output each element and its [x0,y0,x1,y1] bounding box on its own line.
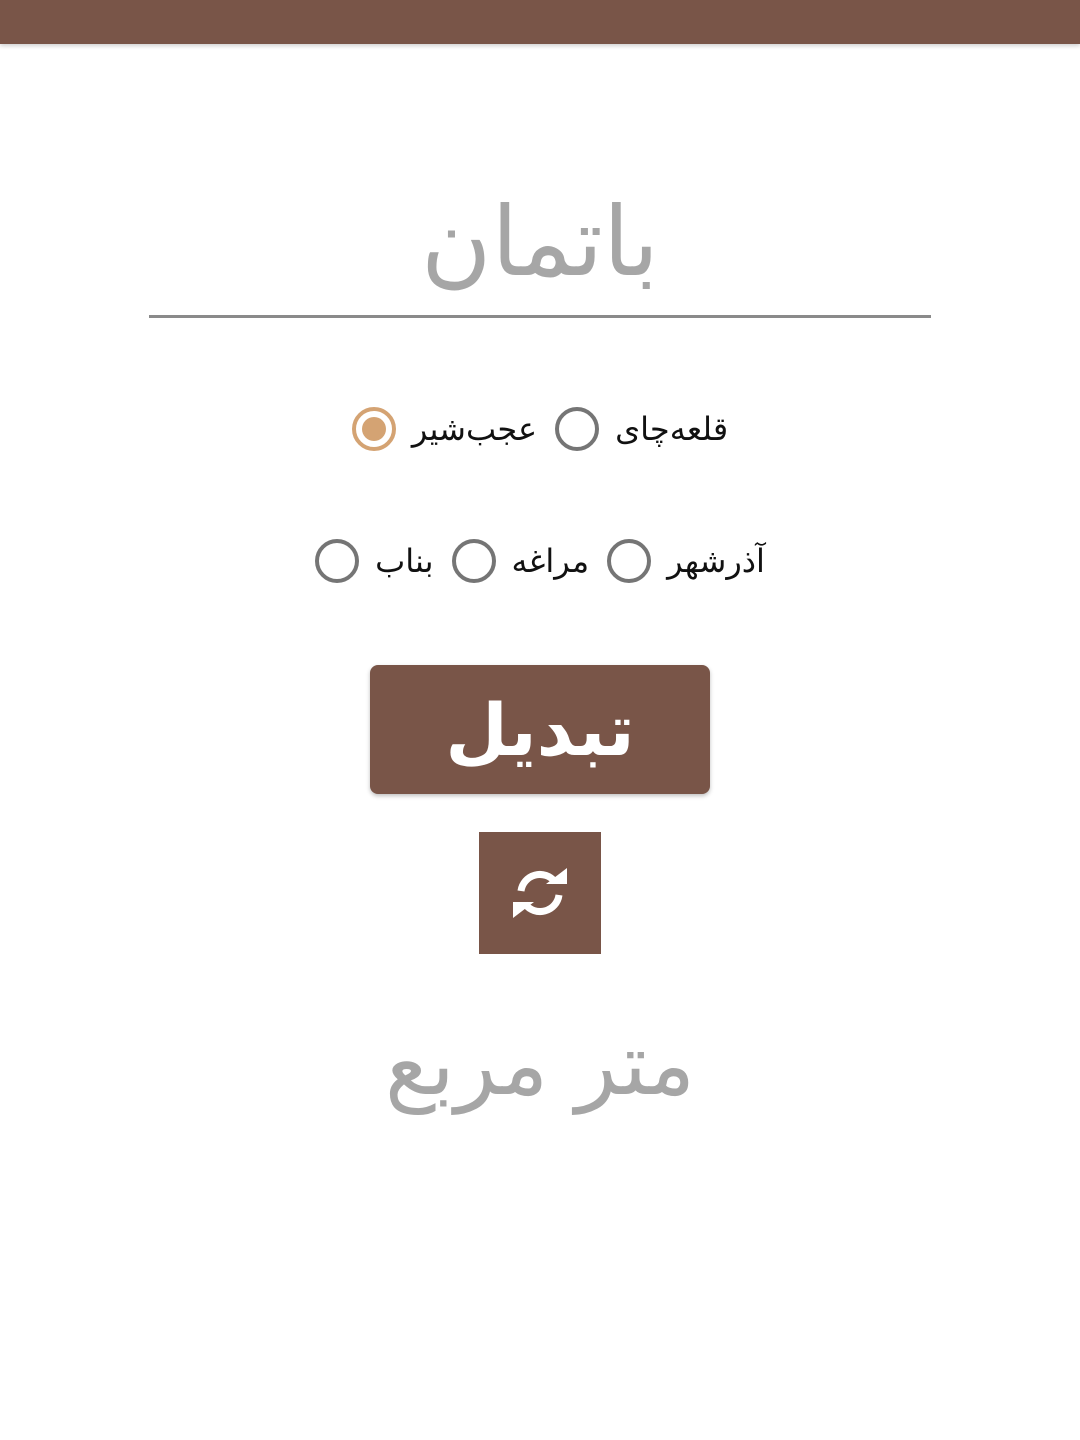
radio-option-ajabshir[interactable]: عجب‌شیر [351,407,538,451]
app-screen: قلعه‌چای عجب‌شیر آذرشهر مراغه بناب تبدیل [0,0,1080,1440]
radio-label: قلعه‌چای [615,410,729,448]
radio-label: آذرشهر [667,542,765,580]
radio-option-azarshahr[interactable]: آذرشهر [607,539,765,583]
location-radio-row-1: قلعه‌چای عجب‌شیر [0,400,1080,458]
top-app-bar [0,0,1080,44]
location-radio-row-2: آذرشهر مراغه بناب [0,532,1080,590]
radio-option-maragheh[interactable]: مراغه [451,539,590,583]
radio-label: بناب [375,542,434,580]
swap-units-button[interactable] [479,832,601,954]
radio-label: عجب‌شیر [411,410,538,448]
radio-label: مراغه [511,542,590,580]
radio-unchecked-icon[interactable] [451,539,496,583]
convert-button[interactable]: تبدیل [370,665,710,794]
result-unit-label: متر مربع [384,1015,696,1115]
radio-unchecked-icon[interactable] [555,407,600,451]
radio-checked-icon[interactable] [351,407,396,451]
radio-unchecked-icon[interactable] [315,539,360,583]
radio-option-bonab[interactable]: بناب [315,539,434,583]
radio-option-ghaleh-chay[interactable]: قلعه‌چای [555,407,728,451]
area-input[interactable] [149,168,931,318]
radio-unchecked-icon[interactable] [607,539,652,583]
refresh-icon [513,868,567,918]
